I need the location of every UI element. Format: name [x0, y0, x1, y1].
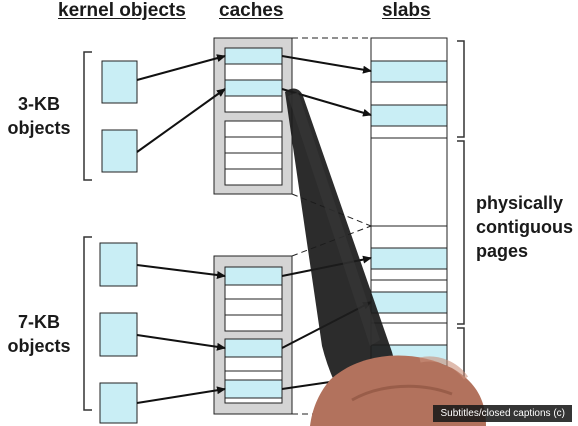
slab-allocation-diagram: kernel objects caches slabs 3-KB objects… [0, 0, 578, 426]
bracket-7kb [83, 236, 92, 411]
side-label-line2: contiguous [476, 217, 573, 237]
arrow-obj-to-cache-4 [136, 334, 226, 351]
kernel-object-7kb-1 [99, 242, 138, 287]
label-3kb-line2: objects [7, 118, 71, 138]
cache-7kb [213, 255, 293, 415]
arrow-obj-to-cache-1 [136, 54, 226, 81]
kernel-object-7kb-2 [99, 312, 138, 357]
kernel-object-7kb-3 [99, 382, 138, 424]
arrow-obj-to-cache-3 [136, 264, 226, 279]
arrow-cache-to-slab-1 [281, 55, 372, 74]
label-7kb-objects: 7-KB objects [4, 310, 74, 358]
label-7kb-line1: 7-KB [17, 312, 60, 332]
header-slabs: slabs [382, 0, 431, 21]
label-3kb-objects: 3-KB objects [4, 92, 74, 140]
subtitles-button[interactable]: Subtitles/closed captions (c) [433, 405, 572, 422]
side-label-line3: pages [476, 241, 529, 261]
header-caches: caches [219, 0, 284, 21]
cache-3kb [213, 37, 293, 195]
label-physically-contiguous-pages: physically contiguous pages [476, 191, 573, 263]
kernel-object-3kb-2 [101, 129, 138, 173]
label-7kb-line2: objects [7, 336, 71, 356]
page-bracket-1 [457, 40, 465, 138]
arrow-obj-to-cache-5 [136, 386, 226, 404]
header-kernel-objects: kernel objects [58, 0, 186, 21]
label-3kb-line1: 3-KB [17, 94, 60, 114]
page-bracket-2 [457, 140, 465, 325]
arrow-obj-to-cache-2 [136, 88, 226, 153]
side-label-line1: physically [476, 193, 564, 213]
bracket-3kb [83, 51, 92, 181]
kernel-object-3kb-1 [101, 60, 138, 104]
